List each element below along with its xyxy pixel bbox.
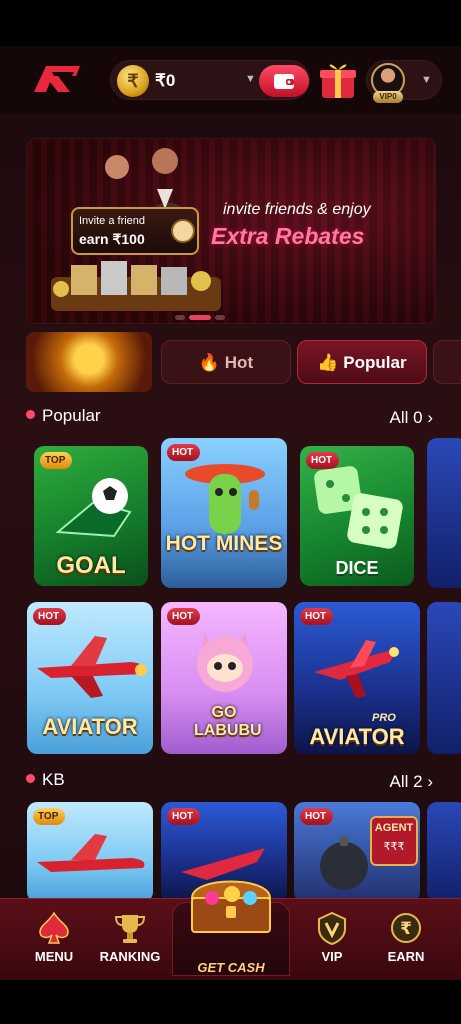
wallet-icon — [274, 74, 294, 89]
chevron-down-icon[interactable]: ▼ — [245, 73, 256, 85]
spade-icon — [39, 911, 69, 944]
agent-slot-title: AGENT ₹₹₹ — [370, 816, 418, 866]
user-icon — [171, 219, 195, 243]
hot-badge: HOT — [300, 808, 334, 825]
nav-ranking[interactable]: RANKING — [95, 907, 165, 971]
top-badge: TOP — [40, 452, 73, 469]
nav-ranking-label: RANKING — [99, 949, 161, 964]
balance-amount: ₹0 — [155, 71, 176, 90]
cactus-character-icon — [185, 464, 265, 534]
featured-category-thumbnail[interactable] — [26, 332, 152, 392]
game-card-dice[interactable]: HOT DICE — [300, 446, 414, 586]
promo-banner[interactable]: Invite a friend earn ₹100 invite friends… — [26, 138, 436, 324]
jet-fighter-icon — [314, 640, 399, 698]
nav-get-cash-label: GET CASH — [197, 960, 265, 975]
top-badge: TOP — [33, 808, 66, 825]
section-bullet-icon — [26, 410, 35, 420]
invite-reward: earn ₹100 — [79, 231, 145, 247]
game-card-partial[interactable] — [427, 438, 461, 588]
nav-get-cash[interactable]: GET CASH — [172, 868, 290, 976]
see-all-kb-link[interactable]: All 2 › — [390, 772, 433, 792]
airplane-icon — [37, 834, 145, 872]
tab-next[interactable] — [433, 340, 461, 384]
rupee-badge-icon: ₹ — [391, 913, 421, 943]
hot-badge: HOT — [167, 444, 201, 461]
game-card-aviator[interactable]: HOT AVIATOR — [27, 602, 153, 754]
nav-menu[interactable]: MENU — [19, 907, 89, 971]
treasure-chest-icon — [190, 880, 272, 933]
airplane-icon — [37, 636, 147, 698]
trophy-icon — [114, 915, 146, 943]
game-card-hot-mines[interactable]: HOT HOT MINES — [161, 438, 287, 588]
tab-hot[interactable]: 🔥 Hot — [161, 340, 291, 384]
wallet-balance[interactable]: ₹ ₹0 ▼ — [110, 60, 310, 100]
soccer-ball-icon — [55, 478, 132, 538]
game-title: DICE — [335, 558, 379, 578]
system-navigation-bar — [0, 980, 461, 1024]
vip-level-badge: VIP0 — [373, 91, 403, 103]
invite-card: Invite a friend earn ₹100 — [71, 207, 199, 255]
pro-tag: PRO — [372, 712, 396, 724]
game-title: GOAL — [56, 552, 126, 579]
deposit-wallet-button[interactable] — [259, 65, 309, 97]
rupee-coin-icon: ₹ — [117, 65, 149, 97]
section-title-kb: KB — [26, 770, 65, 790]
tab-popular-label: Popular — [343, 353, 407, 372]
invite-text: Invite a friend — [79, 215, 146, 227]
game-card-kb-aviator[interactable]: TOP — [27, 802, 153, 902]
game-card-aviator-pro[interactable]: HOT PRO AVIATOR — [294, 602, 420, 754]
gift-box-icon[interactable] — [318, 60, 358, 100]
carousel-indicator — [175, 315, 225, 321]
top-header: ₹ ₹0 ▼ VIP0 ▼ — [0, 46, 461, 114]
see-all-popular-link[interactable]: All 0 › — [390, 408, 433, 428]
game-title: HOT MINES — [165, 532, 283, 555]
game-card-goal[interactable]: TOP GOAL — [34, 446, 148, 586]
tab-hot-label: Hot — [224, 353, 254, 372]
hot-badge: HOT — [300, 608, 334, 625]
nav-vip[interactable]: VIP — [297, 907, 367, 971]
thumbs-up-icon: 👍 — [317, 353, 339, 372]
nav-earn[interactable]: ₹ EARN — [371, 907, 441, 971]
brand-logo[interactable] — [30, 62, 84, 96]
game-card-partial[interactable] — [427, 602, 461, 754]
status-bar — [0, 0, 461, 46]
dice-icon — [314, 466, 403, 549]
section-title-popular: Popular — [26, 406, 101, 426]
user-profile[interactable]: VIP0 ▼ — [366, 60, 442, 103]
game-title: AVIATOR — [309, 724, 405, 749]
carousel-dot-active[interactable] — [189, 315, 211, 320]
vip-shield-icon — [318, 911, 346, 945]
game-card-go-labubu[interactable]: HOT GO LABUBU — [161, 602, 287, 754]
nav-menu-label: MENU — [34, 949, 74, 964]
carousel-dot[interactable] — [175, 315, 185, 320]
casino-chips-illustration — [51, 261, 221, 311]
chevron-down-icon[interactable]: ▼ — [421, 74, 432, 86]
banner-headline: invite friends & enjoy — [223, 201, 371, 218]
banner-subheadline: Extra Rebates — [211, 223, 365, 249]
flame-icon: 🔥 — [198, 353, 221, 372]
section-bullet-icon — [26, 774, 35, 784]
hot-badge: HOT — [167, 808, 201, 825]
tab-popular[interactable]: 👍 Popular — [297, 340, 427, 384]
bomb-icon — [320, 836, 368, 890]
game-title: GO LABUBU — [194, 704, 262, 739]
nav-earn-label: EARN — [387, 949, 425, 964]
svg-text:₹: ₹ — [400, 919, 412, 939]
game-title: AVIATOR — [42, 714, 138, 739]
game-card-partial[interactable] — [427, 802, 461, 902]
carousel-dot[interactable] — [215, 315, 225, 320]
labubu-character-icon — [197, 632, 253, 692]
app-screen: ₹ ₹0 ▼ VIP0 ▼ Invite a friend earn ₹100 … — [0, 46, 461, 980]
nav-vip-label: VIP — [321, 949, 343, 964]
game-card-kb-agent[interactable]: HOT AGENT ₹₹₹ — [294, 802, 420, 902]
slot-reels: ₹₹₹ — [383, 841, 405, 853]
hot-badge: HOT — [33, 608, 67, 625]
